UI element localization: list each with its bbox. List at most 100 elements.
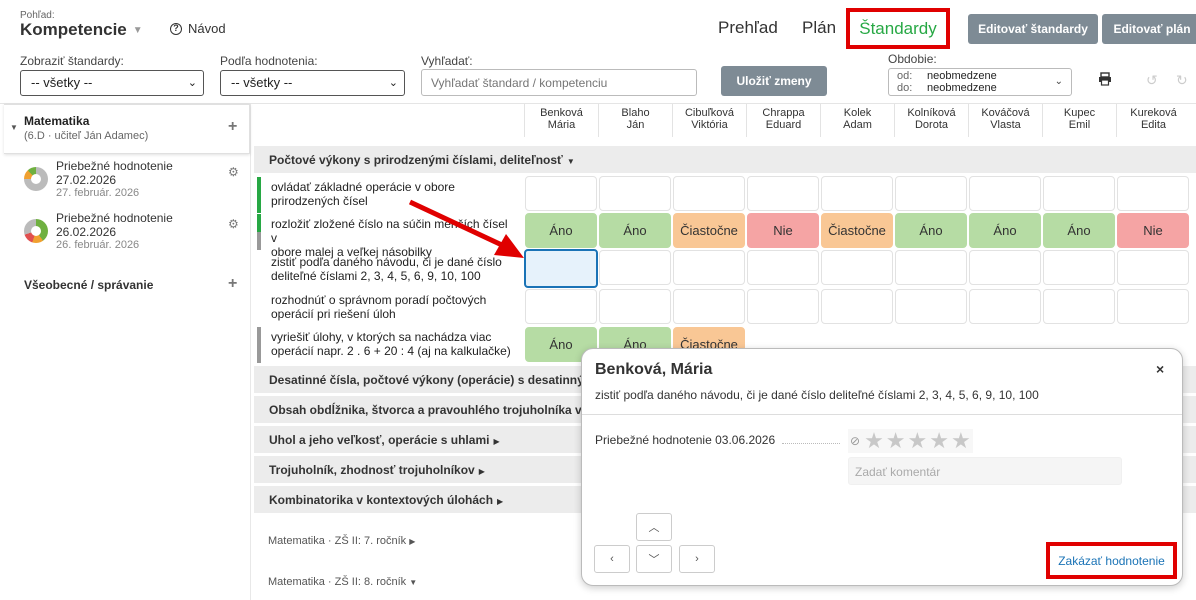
student-column-header[interactable]: Kupec Emil (1042, 104, 1116, 137)
add-icon[interactable]: + (228, 275, 237, 293)
evaluation-cell[interactable]: Áno (969, 213, 1041, 248)
standard-group[interactable]: Počtové výkony s prirodzenými číslami, d… (254, 146, 1196, 173)
evaluation-cell[interactable]: Nie (1117, 213, 1189, 248)
clear-rating-icon[interactable]: ⊘ (850, 434, 860, 448)
evaluation-cell[interactable] (969, 250, 1041, 285)
evaluation-cell[interactable] (673, 250, 745, 285)
rating-filter-value: -- všetky -- (231, 75, 293, 90)
nav-plan[interactable]: Plán (802, 18, 836, 38)
comment-input[interactable]: Zadať komentár (848, 457, 1122, 485)
show-standards-select[interactable]: -- všetky -- ⌄ (20, 70, 204, 96)
evaluation-cell[interactable] (1117, 176, 1189, 211)
student-column-header[interactable]: Chrappa Eduard (746, 104, 820, 137)
section-general-behavior[interactable]: Všeobecné / správanie (24, 278, 153, 292)
redo-icon[interactable]: ↻ (1176, 72, 1188, 89)
standard-text: operácií pri riešení úloh (271, 307, 396, 321)
caret-down-icon: ▼ (10, 123, 18, 132)
evaluation-cell[interactable]: Áno (599, 213, 671, 248)
grade-link[interactable]: Matematika · ZŠ II: 8. ročník ▼ (268, 576, 417, 588)
student-column-header[interactable]: Kolek Adam (820, 104, 894, 137)
rating-filter-select[interactable]: -- všetky -- ⌄ (220, 70, 405, 96)
evaluation-cell[interactable] (1043, 176, 1115, 211)
student-column-header[interactable]: Kolníková Dorota (894, 104, 968, 137)
edit-plan-button[interactable]: Editovať plán (1102, 14, 1196, 44)
evaluation-cell[interactable] (969, 176, 1041, 211)
star-icon[interactable]: ★ (864, 430, 884, 452)
student-first-name: Eduard (765, 119, 802, 131)
nav-right-button[interactable]: › (679, 545, 715, 573)
student-column-header[interactable]: Kováčová Vlasta (968, 104, 1042, 137)
evaluation-cell[interactable]: Čiastočne (821, 213, 893, 248)
gear-icon[interactable]: ⚙ (228, 165, 239, 179)
evaluation-cell[interactable] (895, 289, 967, 324)
student-last-name: Kupec (1063, 107, 1096, 119)
nav-standardy[interactable]: Štandardy (846, 8, 950, 49)
evaluation-cell[interactable] (747, 250, 819, 285)
evaluation-cell[interactable] (821, 289, 893, 324)
subject-item[interactable]: ▼ Matematika (6.D · učiteľ Ján Adamec) + (4, 104, 250, 154)
evaluation-cell[interactable]: Nie (747, 213, 819, 248)
grade-link[interactable]: Matematika · ZŠ II: 7. ročník ▶ (268, 535, 415, 547)
caret-right-icon: ▶ (409, 537, 416, 546)
evaluation-cell[interactable] (525, 176, 597, 211)
student-column-header[interactable]: Kureková Edita (1116, 104, 1190, 137)
evaluation-date: 26.02.2026 (56, 225, 117, 239)
evaluation-cell[interactable] (1043, 289, 1115, 324)
evaluation-cell[interactable]: Áno (525, 213, 597, 248)
star-icon[interactable]: ★ (929, 430, 949, 452)
evaluation-cell[interactable] (599, 250, 671, 285)
evaluation-cell[interactable] (1117, 289, 1189, 324)
star-icon[interactable]: ★ (908, 430, 928, 452)
star-icon[interactable]: ★ (886, 430, 906, 452)
add-icon[interactable]: + (228, 118, 237, 136)
evaluation-cell[interactable] (895, 250, 967, 285)
student-column-header[interactable]: Cibuľková Viktória (672, 104, 746, 137)
student-column-header[interactable]: Benková Mária (524, 104, 598, 137)
evaluation-cell[interactable] (673, 289, 745, 324)
star-rating[interactable]: ⊘ ★ ★ ★ ★ ★ (848, 429, 973, 453)
evaluation-cell[interactable] (895, 176, 967, 211)
evaluation-cell[interactable]: Čiastočne (673, 213, 745, 248)
evaluation-cell[interactable] (1117, 250, 1189, 285)
search-input[interactable] (421, 69, 697, 96)
evaluation-cell[interactable] (821, 250, 893, 285)
nav-prehlad[interactable]: Prehľad (718, 18, 778, 38)
evaluation-cell[interactable] (599, 289, 671, 324)
evaluation-cell[interactable] (1043, 250, 1115, 285)
nav-down-button[interactable]: ﹀ (636, 545, 672, 573)
evaluation-cell[interactable] (821, 176, 893, 211)
gear-icon[interactable]: ⚙ (228, 217, 239, 231)
evaluation-cell[interactable] (673, 176, 745, 211)
help-link[interactable]: ? Návod (170, 21, 226, 36)
evaluation-cell[interactable]: Áno (1043, 213, 1115, 248)
evaluation-cell[interactable] (747, 289, 819, 324)
student-column-header[interactable]: Blaho Ján (598, 104, 672, 137)
undo-icon[interactable]: ↺ (1146, 72, 1158, 89)
evaluation-item[interactable]: Priebežné hodnotenie 26.02.2026 26. febr… (24, 211, 244, 255)
evaluation-date: 27.02.2026 (56, 173, 117, 187)
caret-right-icon: ▶ (478, 467, 485, 476)
group-title: Uhol a jeho veľkosť, operácie s uhlami (269, 433, 490, 447)
evaluation-item[interactable]: Priebežné hodnotenie 27.02.2026 27. febr… (24, 159, 244, 203)
evaluation-title: Priebežné hodnotenie (56, 211, 173, 225)
star-icon[interactable]: ★ (951, 430, 971, 452)
disable-evaluation-button[interactable]: Zakázať hodnotenie (1046, 542, 1177, 579)
view-selector[interactable]: Kompetencie ▼ (20, 20, 143, 40)
evaluation-cell[interactable]: Áno (895, 213, 967, 248)
standard-text: vyriešiť úlohy, v ktorých sa nachádza vi… (271, 330, 492, 344)
evaluation-cell[interactable] (525, 289, 597, 324)
save-changes-button[interactable]: Uložiť zmeny (721, 66, 827, 96)
link-subject: Matematika (268, 535, 325, 547)
edit-standards-button[interactable]: Editovať štandardy (968, 14, 1098, 44)
rating-filter-label: Podľa hodnotenia: (220, 54, 318, 68)
nav-up-button[interactable]: ︿ (636, 513, 672, 541)
print-icon[interactable] (1098, 72, 1112, 89)
caret-down-icon: ▼ (409, 578, 418, 587)
period-select[interactable]: od: neobmedzene do: neobmedzene ⌄ (888, 68, 1072, 96)
evaluation-cell[interactable] (969, 289, 1041, 324)
evaluation-cell[interactable] (524, 249, 598, 288)
evaluation-cell[interactable] (599, 176, 671, 211)
close-icon[interactable]: × (1156, 361, 1164, 377)
evaluation-cell[interactable] (747, 176, 819, 211)
nav-left-button[interactable]: ‹ (594, 545, 630, 573)
